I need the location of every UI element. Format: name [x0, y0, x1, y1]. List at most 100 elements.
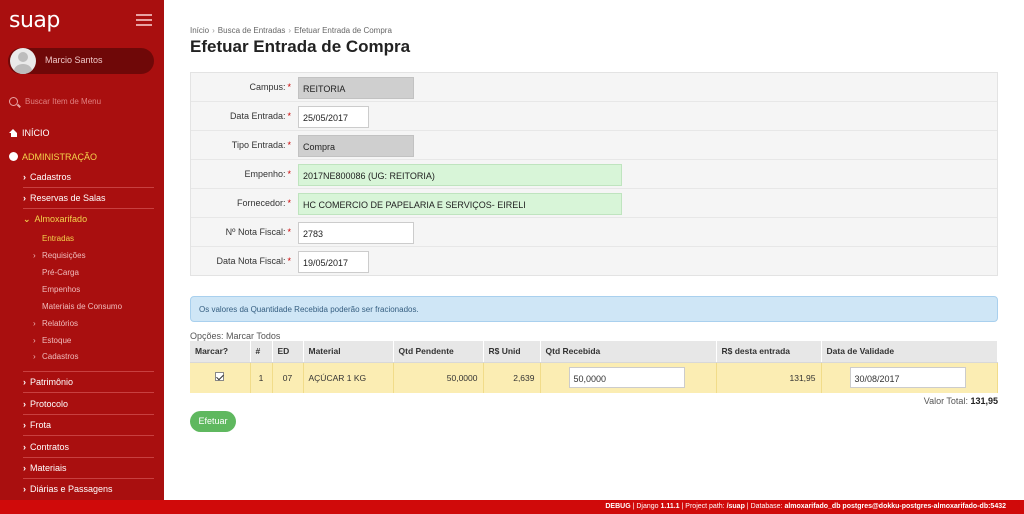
nav-estoque-label: Estoque	[42, 336, 72, 345]
chevron-down-icon: ⌄	[23, 214, 31, 224]
row-unid: 2,639	[483, 362, 541, 393]
nav-contratos[interactable]: › Contratos	[23, 442, 153, 452]
data-nota-label: Data Nota Fiscal: *	[216, 256, 291, 266]
debug-footer: DEBUG | Django 1.11.1 | Project path: /s…	[0, 500, 1024, 514]
tipo-entrada-field: Compra	[298, 135, 414, 157]
marcar-todos-link[interactable]: Opções: Marcar Todos	[190, 331, 280, 341]
user-profile[interactable]: Marcio Santos	[8, 48, 154, 74]
nav-almoxarifado-label: Almoxarifado	[34, 214, 88, 224]
row-qtd-recebida-cell: 50,0000	[540, 362, 717, 393]
row-checkbox-cell	[190, 362, 251, 393]
nav-relatorios[interactable]: › Relatórios	[33, 319, 152, 328]
divider	[23, 414, 154, 415]
fornecedor-field[interactable]: HC COMERCIO DE PAPELARIA E SERVIÇOS- EIR…	[298, 193, 622, 215]
empenho-field[interactable]: 2017NE800086 (UG: REITORIA)	[298, 164, 622, 186]
sidebar: suap Marcio Santos Buscar Item de Menu I…	[0, 0, 164, 500]
nav-administracao-label: ADMINISTRAÇÃO	[22, 152, 98, 162]
form-row-campus: Campus: * REITORIA	[191, 73, 997, 102]
user-name: Marcio Santos	[45, 55, 103, 65]
col-material: Material	[303, 341, 394, 363]
form-row-empenho: Empenho: * 2017NE800086 (UG: REITORIA)	[191, 160, 997, 189]
col-qtd-recebida: Qtd Recebida	[540, 341, 717, 363]
nav-frota-label: Frota	[30, 420, 52, 430]
row-validade-cell: 30/08/2017	[821, 362, 998, 393]
search-icon	[9, 97, 18, 106]
campus-label: Campus: *	[249, 82, 291, 92]
row-checkbox[interactable]	[215, 372, 225, 382]
row-ed: 07	[272, 362, 304, 393]
divider	[23, 208, 154, 209]
valor-total-label: Valor Total:	[923, 396, 968, 406]
col-qtd-pendente: Qtd Pendente	[393, 341, 484, 363]
chevron-right-icon: ›	[23, 377, 26, 387]
nav-administracao[interactable]: ADMINISTRAÇÃO	[9, 151, 159, 162]
form-row-nota-fiscal: Nº Nota Fiscal: * 2783	[191, 218, 997, 247]
nav-patrimonio[interactable]: › Patrimônio	[23, 377, 153, 387]
nav-pre-carga[interactable]: Pré-Carga	[42, 268, 152, 277]
nav-reservas[interactable]: › Reservas de Salas	[23, 193, 153, 203]
col-validade: Data de Validade	[821, 341, 998, 363]
chevron-right-icon: ›	[33, 319, 36, 328]
nav-protocolo[interactable]: › Protocolo	[23, 399, 153, 409]
nota-fiscal-field[interactable]: 2783	[298, 222, 414, 244]
chevron-right-icon: ›	[23, 484, 26, 494]
footer-path-value: /suap	[726, 503, 745, 510]
chevron-right-icon: ›	[23, 442, 26, 452]
suap-logo[interactable]: suap	[9, 8, 60, 33]
footer-path-label: Project path:	[685, 503, 725, 510]
footer-django-version: 1.11.1	[660, 503, 680, 510]
data-nota-field[interactable]: 19/05/2017	[298, 251, 369, 273]
divider	[23, 435, 154, 436]
chevron-right-icon: ›	[23, 172, 26, 182]
nav-patrimonio-label: Patrimônio	[30, 377, 74, 387]
nav-frota[interactable]: › Frota	[23, 420, 153, 430]
breadcrumb-link-busca[interactable]: Busca de Entradas	[218, 26, 286, 35]
row-num: 1	[250, 362, 273, 393]
data-entrada-field[interactable]: 25/05/2017	[298, 106, 369, 128]
breadcrumb: Início › Busca de Entradas › Efetuar Entrada…	[190, 26, 392, 35]
nav-empenhos[interactable]: Empenhos	[42, 285, 152, 294]
form-row-data-entrada: Data Entrada: * 25/05/2017	[191, 102, 997, 131]
nav-almox-cadastros[interactable]: › Cadastros	[33, 352, 152, 361]
search-input[interactable]: Buscar Item de Menu	[25, 97, 101, 106]
nav-estoque[interactable]: › Estoque	[33, 336, 152, 345]
nav-contratos-label: Contratos	[30, 442, 70, 452]
nav-requisicoes-label: Requisições	[42, 251, 86, 260]
nav-almox-cadastros-label: Cadastros	[42, 352, 79, 361]
breadcrumb-separator: ›	[288, 26, 292, 35]
nav-requisicoes[interactable]: › Requisições	[33, 251, 152, 260]
col-num: #	[250, 341, 273, 363]
nav-diarias[interactable]: › Diárias e Passagens	[23, 484, 153, 494]
chevron-right-icon: ›	[23, 399, 26, 409]
form-row-data-nota: Data Nota Fiscal: * 19/05/2017	[191, 247, 997, 276]
chevron-right-icon: ›	[33, 336, 36, 345]
avatar	[10, 48, 36, 74]
nav-almoxarifado[interactable]: ⌄ Almoxarifado	[23, 214, 153, 225]
qtd-recebida-input[interactable]: 50,0000	[568, 367, 685, 389]
table-row: 1 07 AÇÚCAR 1 KG 50,0000 2,639 50,0000 1…	[190, 362, 998, 393]
footer-django-label: Django	[636, 503, 659, 510]
divider	[23, 457, 154, 458]
breadcrumb-link-inicio[interactable]: Início	[190, 26, 209, 35]
nav-cadastros[interactable]: › Cadastros	[23, 172, 153, 182]
chevron-right-icon: ›	[23, 420, 26, 430]
chevron-right-icon: ›	[23, 463, 26, 473]
nav-inicio[interactable]: INÍCIO	[9, 128, 159, 138]
nav-materiais-consumo[interactable]: Materiais de Consumo	[42, 302, 152, 311]
valor-total-value: 131,95	[970, 396, 998, 406]
chevron-right-icon: ›	[33, 251, 36, 260]
info-message: Os valores da Quantidade Recebida poderã…	[190, 296, 998, 322]
home-icon	[9, 129, 18, 137]
menu-toggle-icon[interactable]	[136, 14, 152, 26]
nav-materiais[interactable]: › Materiais	[23, 463, 153, 473]
tipo-entrada-label: Tipo Entrada: *	[231, 140, 291, 150]
menu-search[interactable]: Buscar Item de Menu	[9, 96, 159, 110]
row-qtd-pendente: 50,0000	[393, 362, 484, 393]
nav-entradas[interactable]: Entradas	[42, 234, 152, 243]
validade-input[interactable]: 30/08/2017	[849, 367, 966, 389]
form-row-fornecedor: Fornecedor: * HC COMERCIO DE PAPELARIA E …	[191, 189, 997, 218]
items-table: Marcar? # ED Material Qtd Pendente R$ Un…	[190, 341, 998, 393]
efetuar-button[interactable]: Efetuar	[190, 411, 236, 432]
footer-debug: DEBUG	[605, 503, 631, 510]
row-material: AÇÚCAR 1 KG	[303, 362, 394, 393]
